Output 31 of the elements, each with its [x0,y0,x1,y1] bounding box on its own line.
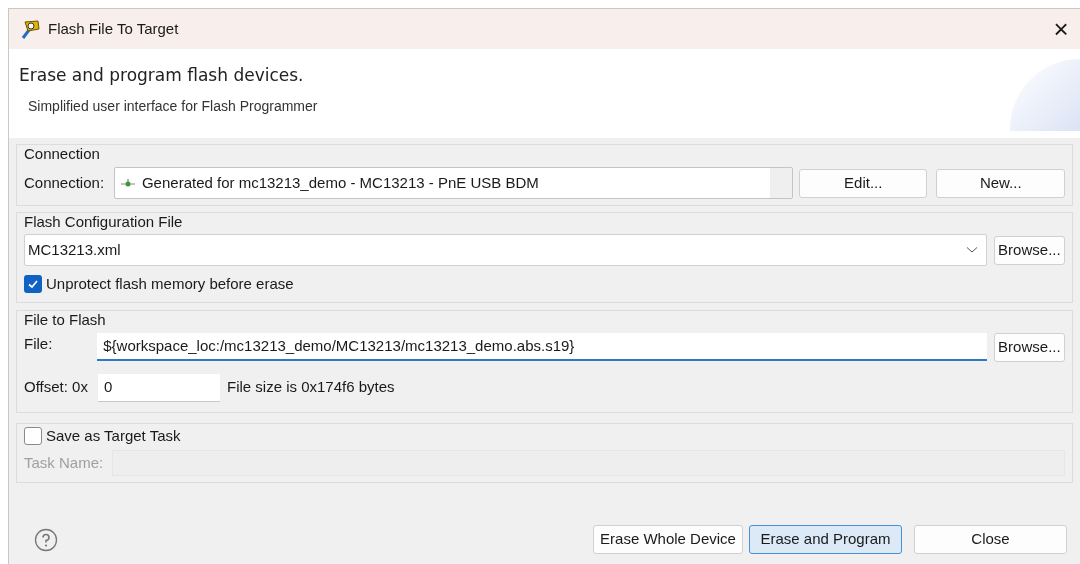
help-icon[interactable] [34,527,58,552]
field-label: File: [24,333,54,354]
file-size-text: File size is 0x174f6 bytes [227,377,395,398]
group-label: File to Flash [24,309,107,330]
button[interactable]: Browse... [993,332,1065,362]
close-button[interactable]: × [1046,14,1076,44]
checkmark-icon [27,278,39,291]
checkbox[interactable] [24,275,42,294]
plug-icon [119,178,136,188]
offset-field[interactable]: 0 [98,373,220,402]
button[interactable]: Erase Whole Device [593,525,743,554]
dropdown[interactable]: MC13213.xml [24,234,987,266]
checkbox-label: Save as Target Task [46,425,181,446]
button[interactable]: Close [914,525,1067,554]
app-icon [19,18,41,40]
button[interactable]: Erase and Program [749,525,902,554]
field-label: Offset: 0x [24,377,89,398]
dialog-heading: Erase and program flash devices. [19,64,304,87]
button[interactable]: New... [936,168,1065,198]
group-label: Connection [24,144,101,164]
button[interactable]: Edit... [799,168,928,198]
button[interactable]: Browse... [993,235,1065,265]
field-label: Connection: [24,172,106,193]
window-title: Flash File To Target [48,18,180,39]
dialog-description: Simplified user interface for Flash Programmer [28,97,318,116]
group-label: Flash Configuration File [24,212,184,232]
file-path-field[interactable]: ${workspace_loc:/mc13213_demo/MC13213/mc13213_demo.abs.s19} [97,333,987,361]
connection-field[interactable]: Generated for mc13213_demo - MC13213 - PnE USB BDM [113,167,793,199]
field-label: Task Name: [24,452,105,473]
checkbox-label: Unprotect flash memory before erase [46,274,294,294]
chevron-down-icon [965,246,978,254]
